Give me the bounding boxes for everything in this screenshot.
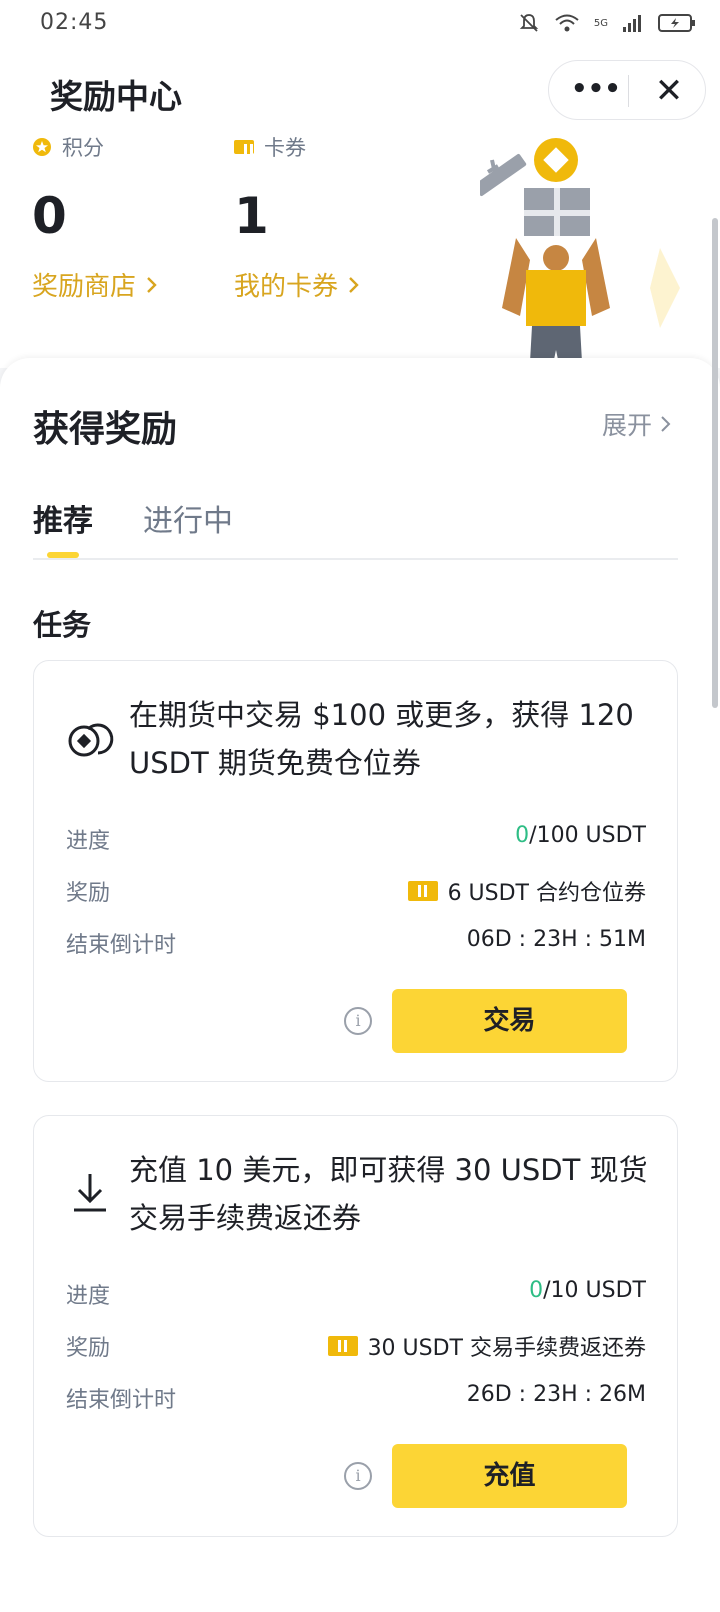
- rewards-header: 奖励中心 ••• ✕ 积分 0 奖励商店 卡券 1 我的卡券: [0, 48, 720, 398]
- reward-value: 30 USDT 交易手续费返还券: [367, 1336, 646, 1361]
- rewards-store-label: 奖励商店: [32, 272, 137, 302]
- active-tab-indicator: [47, 552, 79, 558]
- my-coupons-label: 我的卡券: [234, 272, 339, 302]
- progress-current: 0: [515, 823, 530, 848]
- page-title: 奖励中心: [50, 77, 182, 116]
- progress-label: 进度: [66, 829, 111, 854]
- reward-row: 奖励 6 USDT 合约仓位券: [66, 869, 646, 909]
- futures-icon: [68, 723, 114, 757]
- progress-current: 0: [529, 1278, 544, 1303]
- coupons-label: 卡券: [264, 136, 306, 160]
- deposit-icon: [74, 1174, 106, 1212]
- tab-in-progress[interactable]: 进行中: [143, 496, 233, 540]
- countdown-value: 26D : 23H : 26M: [466, 1382, 646, 1407]
- network-label: 5G: [593, 17, 608, 29]
- scrollbar[interactable]: [712, 218, 718, 708]
- countdown-label: 结束倒计时: [66, 933, 177, 958]
- coupons-stat: 卡券 1 我的卡券: [234, 132, 360, 303]
- wifi-icon: [555, 14, 579, 32]
- progress-total: /10 USDT: [543, 1278, 646, 1303]
- tab-recommended[interactable]: 推荐: [33, 496, 93, 540]
- progress-row: 进度 0 /10 USDT: [66, 1272, 646, 1312]
- countdown-label: 结束倒计时: [66, 1388, 177, 1413]
- task-card: 充值 10 美元，即可获得 30 USDT 现货交易手续费返还券 进度 0 /1…: [33, 1115, 678, 1537]
- chevron-right-icon: [349, 276, 359, 293]
- expand-label: 展开: [601, 411, 652, 440]
- capsule-divider: [628, 75, 629, 107]
- task-title: 充值 10 美元，即可获得 30 USDT 现货交易手续费返还券: [129, 1153, 648, 1235]
- status-time: 02:45: [40, 10, 109, 35]
- reward-value: 6 USDT 合约仓位券: [447, 881, 646, 906]
- signal-icon: [623, 15, 641, 32]
- star-coin-icon: [33, 138, 51, 156]
- battery-icon: [658, 14, 695, 32]
- progress-row: 进度 0 /100 USDT: [66, 817, 646, 857]
- points-stat: 积分 0 奖励商店: [32, 132, 158, 303]
- ticket-icon: [407, 881, 438, 901]
- info-icon[interactable]: i: [344, 1007, 372, 1035]
- more-button[interactable]: •••: [571, 69, 621, 113]
- points-label: 积分: [62, 136, 104, 160]
- rewards-store-link[interactable]: 奖励商店: [32, 266, 158, 303]
- task-title: 在期货中交易 $100 或更多，获得 120 USDT 期货免费仓位券: [129, 698, 634, 780]
- countdown-row: 结束倒计时 06D : 23H : 51M: [66, 921, 646, 961]
- countdown-row: 结束倒计时 26D : 23H : 26M: [66, 1376, 646, 1416]
- section-title: 获得奖励: [33, 409, 178, 450]
- reward-tabs: 推荐 进行中: [33, 496, 678, 560]
- ticket-icon: [234, 140, 254, 156]
- status-bar: 02:45 5G: [0, 0, 720, 48]
- expand-button[interactable]: 展开: [602, 406, 672, 442]
- coupons-value: 1: [234, 187, 269, 245]
- tasks-heading: 任务: [33, 608, 92, 642]
- reward-label: 奖励: [66, 1336, 111, 1361]
- rewards-sheet: 获得奖励 展开 推荐 进行中 任务 在期货中交易 $100 或更多，获得 120…: [0, 358, 720, 1612]
- progress-label: 进度: [66, 1284, 111, 1309]
- countdown-value: 06D : 23H : 51M: [466, 927, 646, 952]
- close-button[interactable]: ✕: [645, 67, 693, 115]
- points-value: 0: [32, 187, 67, 245]
- trade-button[interactable]: 交易: [392, 989, 627, 1053]
- task-card: 在期货中交易 $100 或更多，获得 120 USDT 期货免费仓位券 进度 0…: [33, 660, 678, 1082]
- ticket-icon: [327, 1336, 358, 1356]
- chevron-right-icon: [147, 276, 157, 293]
- deposit-button[interactable]: 充值: [392, 1444, 627, 1508]
- info-icon[interactable]: i: [344, 1462, 372, 1490]
- mini-app-capsule: ••• ✕: [548, 60, 706, 120]
- status-icons: 5G: [518, 12, 696, 34]
- reward-row: 奖励 30 USDT 交易手续费返还券: [66, 1324, 646, 1364]
- my-coupons-link[interactable]: 我的卡券: [234, 266, 360, 303]
- chevron-right-icon: [661, 416, 671, 432]
- reward-label: 奖励: [66, 881, 111, 906]
- progress-total: /100 USDT: [529, 823, 646, 848]
- mute-icon: [519, 14, 539, 32]
